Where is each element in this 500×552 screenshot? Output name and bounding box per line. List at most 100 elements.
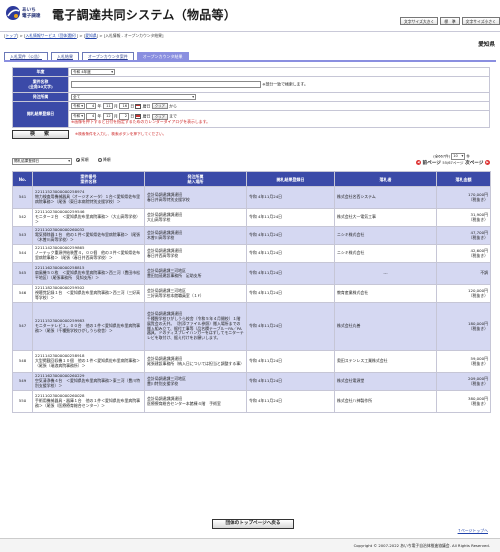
region-name: 愛知県: [478, 42, 495, 48]
sort-desc-radio[interactable]: 降順: [98, 157, 111, 163]
per-page-select[interactable]: 10: [451, 153, 466, 160]
amount-tax: （税抜き）: [468, 216, 488, 222]
row-case: 22111623000000260229 空気清浄機４台 ＜愛知県佐布里病院事務＞…: [32, 372, 145, 391]
sort-select[interactable]: 開札結果登録日: [12, 158, 72, 165]
row-date: 令和 4年11月24日: [246, 186, 335, 209]
delivery-place: 医療療育総合センター本館棟４階 手術室: [147, 400, 221, 406]
calendar-icon[interactable]: [135, 114, 142, 120]
to-era-select[interactable]: 令和: [71, 113, 85, 120]
case-name-link[interactable]: 大型掲載回収機１０個 他の１件＜愛知県佐布里病院事務＞（尾張（瑞浪病院事務所）＞: [35, 358, 142, 369]
font-larger-button[interactable]: 文字サイズ大きく: [400, 17, 439, 25]
amount-tax: （税抜き）: [468, 400, 488, 406]
delivery-place: 豊田加茂建設事務所 足助支所: [147, 272, 202, 278]
case-name-link[interactable]: 手術用機械器具・器庫１台 他の１件＜愛知県佐布里病院事務＞（尾張（医療療育総合セ…: [35, 398, 142, 409]
case-name-link[interactable]: ノーテック重源供給装置４，００個 他の３件＜愛知県佐布里病院事務＞（尾張（春日井…: [35, 250, 142, 261]
row-case: 22111023000000260028 手術用機械器具・器庫１台 他の１件＜愛知…: [32, 390, 145, 413]
tab-open-counter[interactable]: オープンカウンタ案件: [82, 52, 134, 60]
font-standard-button[interactable]: 標 準: [440, 17, 460, 25]
row-case: 22111823000000259502 視聴覚記録１台 ＜愛知県佐布里病院事務＞…: [32, 284, 145, 303]
row-case: 22111523000000259983 モニターテレビ１，００台 他の１件＜愛知…: [32, 302, 145, 351]
row-date: 令和 4年11月24日: [246, 390, 335, 413]
row-no: 544: [12, 244, 33, 263]
case-name-link[interactable]: 空気清浄機４台 ＜愛知県佐布里病院事務＞東三河（豊川特別支援学校）＞: [35, 378, 142, 389]
row-amount: 42,600円 （税抜き）: [436, 244, 491, 263]
page: あいち 電子調達 電子調達共同システム（物品等） 文字サイズ大きく 標 準 文字…: [0, 0, 500, 552]
search-button[interactable]: 検 索: [12, 130, 69, 139]
breadcrumb-top-link[interactable]: トップ: [5, 33, 16, 38]
font-smaller-button[interactable]: 文字サイズ小さく: [461, 17, 500, 25]
results-table: No. 案件番号 案件名称 発注所属 納入場所 開札結果登録日 落札者 落札金額…: [12, 171, 491, 413]
row-org: 会計局調達課調達班 春日井西高等学校: [144, 244, 247, 263]
from-era-select[interactable]: 令和: [71, 102, 85, 110]
from-year-input[interactable]: 4: [86, 102, 97, 110]
from-clear-button[interactable]: クリア: [151, 103, 168, 109]
prev-page-link[interactable]: 前ページ: [423, 161, 441, 166]
row-no: 547: [12, 302, 33, 351]
page-info: 55/67ページ: [442, 161, 464, 165]
tab-open-counter-result[interactable]: オープンカウンタ結果: [136, 52, 189, 60]
calendar-icon[interactable]: [135, 103, 142, 109]
page-top-link[interactable]: ↑ページトップへ: [458, 528, 488, 534]
amount-value: 不調: [480, 270, 488, 276]
case-name-link[interactable]: 扇風機５０枚 ＜愛知県佐布里病院事務＞西三河（豊田市松平地区）（尾張事務所 見知…: [35, 270, 142, 281]
col-amount: 落札金額: [436, 171, 491, 187]
prev-arrow-icon[interactable]: ◀: [415, 160, 421, 165]
delivery-place: 春日井西高等学校: [147, 252, 179, 258]
back-to-org-top-button[interactable]: 団体のトップページへ戻る: [212, 519, 294, 529]
results-toolbar: 開札結果登録日 昇順 降順 (全667件) 10 件 ◀ 前ページ 55/67ペ…: [12, 153, 490, 167]
case-name-input[interactable]: [71, 81, 261, 88]
row-amount: 47,700円 （税抜き）: [436, 226, 491, 245]
result-count: (全667件) 10 件: [433, 153, 470, 160]
sort-desc-label: 降順: [103, 157, 111, 162]
tab-bid-result[interactable]: 入札結果: [51, 52, 79, 60]
table-row: 547 22111523000000259983 モニターテレビ１，００台 他の１件…: [12, 302, 491, 351]
table-row: 544 22111423000000259865 ノーテック重源供給装置４，００個 …: [12, 244, 491, 263]
logo-line2: 電子調達: [22, 13, 41, 19]
next-arrow-icon[interactable]: ▶: [485, 160, 490, 165]
row-no: 543: [12, 226, 33, 245]
case-name-link[interactable]: 物力検査用機械器具（オージオメータ）１台＜愛知県佐布里病院事務＞（尾張（東日本病…: [35, 194, 142, 205]
row-winner: 教育産業株式会社: [334, 284, 437, 303]
unit-month: 月: [113, 113, 118, 119]
row-case: 22111523000000258974 物力検査用機械器具（オージオメータ）１台…: [32, 186, 145, 209]
table-row: 541 22111523000000258974 物力検査用機械器具（オージオメータ…: [12, 186, 491, 209]
fiscal-year-select[interactable]: 令和 4年度: [71, 68, 115, 76]
case-name-link[interactable]: 電気掃除器１台 他の１件＜愛知県佐布里病院事務＞（尾張（木曽川高等学校）＞: [35, 232, 142, 243]
delivery-place: 尾張建設事務所（納入日については担当と調整する事）: [147, 360, 245, 366]
case-name-link[interactable]: モニターテレビ１，００台 他の１件＜愛知県佐布里病院事務＞（尾張（千種聾学校ひが…: [35, 323, 142, 334]
unit-day: 日: [130, 103, 135, 108]
unit-month: 月: [113, 103, 118, 108]
amount-tax: （税抜き）: [468, 325, 488, 331]
site-logo[interactable]: あいち 電子調達: [5, 3, 49, 25]
next-page-link[interactable]: 次ページ: [465, 161, 483, 166]
tab-bid-notice[interactable]: 入札案件（公告）: [4, 52, 48, 60]
breadcrumb-current: 入札情報 - オープンカウンタ結果: [105, 33, 162, 38]
sort-asc-radio[interactable]: 昇順: [76, 157, 89, 163]
delivery-place: 木曽川高等学校: [147, 234, 175, 240]
row-case: 22111423000000258918 大型掲載回収機１０個 他の１件＜愛知県佐…: [32, 350, 145, 373]
row-case: 22111023000000260032 電気掃除器１台 他の１件＜愛知県佐布里病…: [32, 226, 145, 245]
logo-mark-icon: [6, 6, 20, 20]
row-no: 550: [12, 390, 33, 413]
amount-tax: （税抜き）: [468, 252, 488, 258]
case-name-note: ※部分一致で検索します。: [262, 81, 308, 87]
delivery-place: 豊川特別支援学校: [147, 380, 179, 386]
row-winner: 株式会社八神製作所: [334, 390, 437, 413]
font-size-controls: 文字サイズ大きく 標 準 文字サイズ小さく: [400, 17, 500, 25]
from-month-input[interactable]: 11: [102, 102, 113, 110]
table-row: 543 22111023000000260032 電気掃除器１台 他の１件＜愛知県佐…: [12, 226, 491, 245]
copyright: Copyright © 2007-2022 あいち電子自治体推進協議会. All…: [353, 543, 490, 548]
row-org: 会計局調達課調達班 大山高等学校: [144, 208, 247, 227]
amount-tax: （税抜き）: [468, 292, 488, 298]
breadcrumb-service-link[interactable]: 入札情報サービス（団体選択）: [25, 33, 76, 38]
breadcrumb-org-link[interactable]: 愛知県: [85, 33, 96, 38]
case-name-link[interactable]: モニター２台 ＜愛知県佐布里病院事務＞（大山高等学校）＞: [35, 214, 142, 225]
per-page-unit: 件: [466, 154, 470, 159]
search-form: 年度 令和 4年度 案件名称 (全角30文字) ※部分一致で検索します。 発注所…: [12, 67, 490, 128]
table-row: 550 22111023000000260028 手術用機械器具・器庫１台 他の１件…: [12, 390, 491, 413]
from-day-input[interactable]: 16: [119, 102, 130, 110]
org-select[interactable]: 全て: [71, 93, 196, 101]
delivery-place: 大山高等学校: [147, 216, 171, 222]
row-case: 22111423000000259865 ノーテック重源供給装置４，００個 他の３…: [32, 244, 145, 263]
case-name-link[interactable]: 視聴覚記録１台 ＜愛知県佐布里病院事務＞西三河（三好高等学校）＞: [35, 290, 142, 301]
